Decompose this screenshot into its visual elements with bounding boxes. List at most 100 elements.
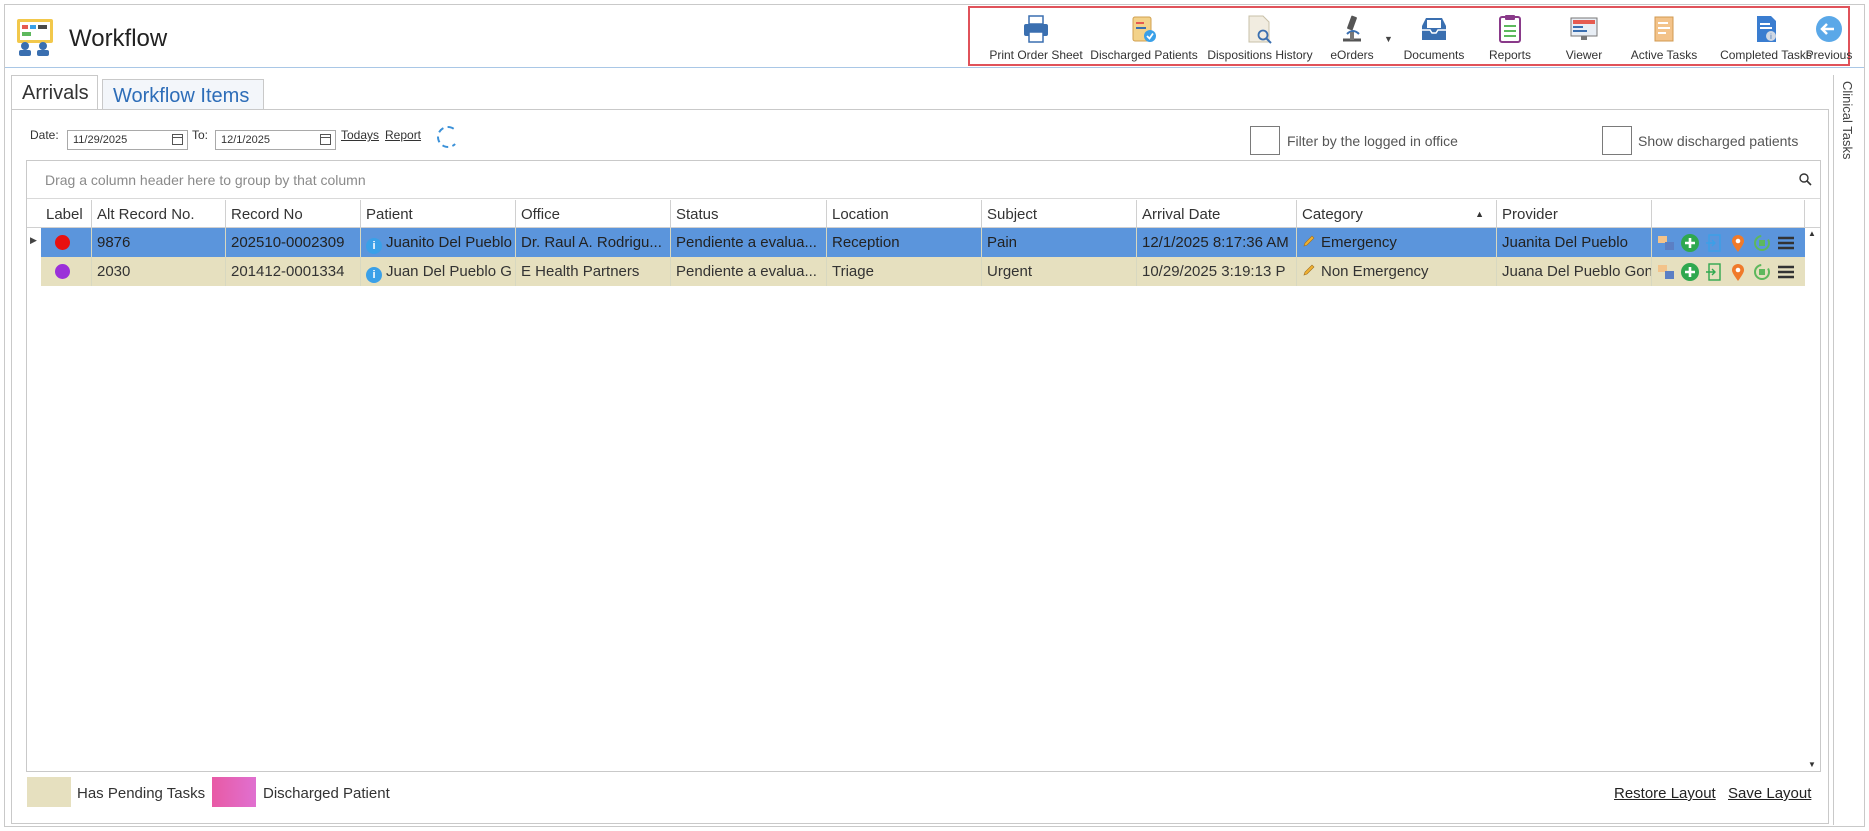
calendar-icon[interactable] [320, 134, 331, 145]
info-icon[interactable]: i [366, 238, 382, 254]
clipboard-check-icon [1132, 16, 1156, 42]
alt-record-no-cell: 2030 [92, 257, 226, 286]
pencil-icon [1303, 264, 1315, 276]
arrival-date-cell: 10/29/2025 3:19:13 P [1137, 257, 1297, 286]
clipboard-list-icon [1499, 15, 1521, 43]
scroll-up-icon[interactable]: ▲ [1808, 229, 1816, 238]
todays-link[interactable]: Todays [341, 128, 379, 152]
pencil-icon [1303, 235, 1315, 247]
filter-office-checkbox[interactable] [1250, 126, 1280, 155]
previous-label: Previous [1805, 48, 1853, 62]
tab-arrivals[interactable]: Arrivals [11, 75, 98, 109]
completed-tasks-button[interactable]: i Completed Tasks [1714, 8, 1818, 64]
completed-tasks-label: Completed Tasks [1720, 48, 1812, 62]
dispositions-history-button[interactable]: Dispositions History [1204, 8, 1316, 64]
sort-ascending-icon: ▲ [1475, 209, 1484, 219]
column-header-subject[interactable]: Subject [982, 200, 1137, 227]
tab-workflow-items[interactable]: Workflow Items [102, 79, 264, 109]
category-text: Emergency [1321, 234, 1397, 251]
toolbar: Print Order Sheet Discharged Patients Di… [968, 6, 1852, 66]
documents-button[interactable]: Documents [1396, 8, 1472, 64]
column-header-alt-record-no[interactable]: Alt Record No. [92, 200, 226, 227]
column-header-actions [1652, 200, 1805, 227]
filter-office-label: Filter by the logged in office [1287, 133, 1458, 149]
category-cell: Non Emergency [1297, 257, 1497, 286]
patient-name: Juanito Del Pueblo [386, 234, 512, 251]
column-header-record-no[interactable]: Record No [226, 200, 361, 227]
eorders-button[interactable]: eOrders [1320, 8, 1384, 64]
table-row[interactable]: 9876 202510-0002309 i Juanito Del Pueblo … [41, 228, 1805, 257]
column-header-label[interactable]: Label [41, 200, 92, 227]
print-order-sheet-button[interactable]: Print Order Sheet [988, 8, 1084, 64]
eorders-label: eOrders [1330, 48, 1374, 62]
document-arrow-icon[interactable] [1704, 233, 1724, 253]
actions-cell [1652, 228, 1805, 257]
history-icon[interactable] [1752, 233, 1772, 253]
location-pin-icon[interactable] [1728, 262, 1748, 282]
location-pin-icon[interactable] [1728, 233, 1748, 253]
info-icon[interactable]: i [366, 267, 382, 283]
transfer-icon[interactable] [1656, 233, 1676, 253]
grid-header: Label Alt Record No. Record No Patient O… [27, 200, 1820, 228]
column-header-office[interactable]: Office [516, 200, 671, 227]
provider-cell: Juana Del Pueblo Gon [1497, 257, 1652, 286]
column-header-patient[interactable]: Patient [361, 200, 516, 227]
viewer-button[interactable]: Viewer [1552, 8, 1616, 64]
alt-record-no-cell: 9876 [92, 228, 226, 257]
scroll-down-icon[interactable]: ▼ [1808, 760, 1816, 769]
print-order-sheet-label: Print Order Sheet [989, 48, 1083, 62]
clinical-tasks-side-tab[interactable]: Clinical Tasks [1833, 75, 1864, 825]
restore-layout-link[interactable]: Restore Layout [1614, 785, 1716, 802]
show-discharged-label: Show discharged patients [1638, 133, 1799, 149]
status-dot-icon [55, 235, 70, 250]
inbox-tray-icon [1422, 18, 1446, 40]
previous-button[interactable]: Previous [1804, 8, 1854, 64]
location-cell: Reception [827, 228, 982, 257]
history-icon[interactable] [1752, 262, 1772, 282]
patient-cell: i Juanito Del Pueblo [361, 228, 516, 257]
document-arrow-icon[interactable] [1704, 262, 1724, 282]
date-from-field[interactable]: 11/29/2025 [67, 130, 188, 150]
group-by-panel[interactable]: Drag a column header here to group by th… [27, 161, 1820, 199]
save-layout-link[interactable]: Save Layout [1728, 785, 1811, 802]
status-cell: Pendiente a evalua... [671, 228, 827, 257]
column-header-arrival-date[interactable]: Arrival Date [1137, 200, 1297, 227]
show-discharged-checkbox[interactable] [1602, 126, 1632, 155]
reports-button[interactable]: Reports [1478, 8, 1542, 64]
group-by-hint: Drag a column header here to group by th… [45, 172, 366, 188]
patient-cell: i Juan Del Pueblo G [361, 257, 516, 286]
calendar-icon[interactable] [172, 134, 183, 145]
add-circle-icon[interactable] [1680, 233, 1700, 253]
search-icon[interactable] [1799, 173, 1812, 186]
transfer-icon[interactable] [1656, 262, 1676, 282]
refresh-icon[interactable] [437, 126, 459, 148]
record-no-cell: 201412-0001334 [226, 257, 361, 286]
table-row[interactable]: 2030 201412-0001334 i Juan Del Pueblo G E… [41, 257, 1805, 286]
microscope-icon [1343, 15, 1361, 42]
pending-tasks-swatch [27, 777, 71, 807]
menu-icon[interactable] [1776, 233, 1796, 253]
status-cell: Pendiente a evalua... [671, 257, 827, 286]
column-header-location[interactable]: Location [827, 200, 982, 227]
add-circle-icon[interactable] [1680, 262, 1700, 282]
discharged-patients-button[interactable]: Discharged Patients [1090, 8, 1198, 64]
report-link[interactable]: Report [385, 128, 421, 152]
app-window: Workflow Print Order Sheet Discharged Pa… [4, 4, 1865, 827]
actions-cell [1652, 257, 1805, 286]
printer-icon [1024, 15, 1048, 43]
subject-cell: Urgent [982, 257, 1137, 286]
eorders-dropdown-icon[interactable]: ▼ [1384, 34, 1393, 44]
category-text: Non Emergency [1321, 263, 1429, 280]
arrival-date-cell: 12/1/2025 8:17:36 AM [1137, 228, 1297, 257]
active-tasks-button[interactable]: Active Tasks [1624, 8, 1704, 64]
vertical-scrollbar[interactable]: ▲ ▼ [1805, 227, 1820, 771]
current-row-indicator-icon: ▶ [30, 235, 37, 245]
column-header-category-text: Category [1302, 206, 1363, 223]
viewer-label: Viewer [1565, 48, 1603, 62]
column-header-provider[interactable]: Provider [1497, 200, 1652, 227]
menu-icon[interactable] [1776, 262, 1796, 282]
completed-document-icon: i [1757, 16, 1776, 42]
column-header-status[interactable]: Status [671, 200, 827, 227]
column-header-category[interactable]: Category ▲ [1297, 200, 1497, 227]
date-to-field[interactable]: 12/1/2025 [215, 130, 336, 150]
